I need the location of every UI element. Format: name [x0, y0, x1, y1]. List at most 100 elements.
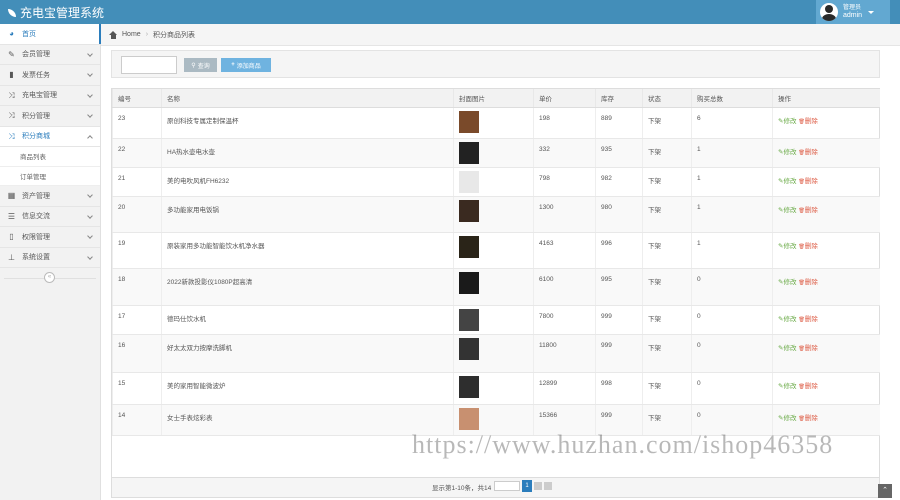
column-header[interactable]: 封面图片 [453, 89, 534, 108]
chevron-down-icon [87, 212, 93, 219]
calendar-icon: ▦ [7, 191, 16, 201]
column-header[interactable]: 名称 [161, 89, 454, 108]
product-thumbnail[interactable] [459, 337, 479, 360]
search-button[interactable]: ⚲ 查询 [184, 58, 217, 72]
edit-button[interactable]: ✎修改 [778, 415, 796, 422]
random-icon: ⤨ [8, 90, 15, 100]
cell-stock: 980 [595, 196, 643, 233]
product-thumbnail[interactable] [459, 407, 479, 430]
random-icon: ⤨ [8, 111, 15, 121]
cell-price: 7800 [533, 305, 596, 335]
delete-button[interactable]: 🗑删除 [798, 316, 817, 323]
delete-button[interactable]: 🗑删除 [798, 279, 817, 286]
search-input[interactable] [121, 56, 177, 74]
delete-button[interactable]: 🗑删除 [798, 178, 817, 185]
cell-sold: 6 [691, 107, 773, 139]
product-thumbnail[interactable] [459, 110, 479, 133]
sidebar-item-home[interactable]: ◕ 首页 [0, 24, 101, 45]
cell-actions: ✎修改 🗑删除 [772, 107, 880, 139]
scroll-to-top-button[interactable]: ⌃ [878, 484, 892, 498]
product-thumbnail[interactable] [459, 271, 479, 294]
cell-price: 11800 [533, 334, 596, 373]
column-header[interactable]: 库存 [595, 89, 643, 108]
breadcrumb-home[interactable]: Home [122, 31, 141, 38]
page-button-current[interactable]: 1 [522, 480, 532, 492]
cell-id: 19 [112, 232, 162, 269]
cell-price: 798 [533, 167, 596, 197]
last-page-button[interactable] [544, 482, 552, 490]
plus-icon: + [231, 62, 235, 68]
table-row: 21 美的电吹风机FH6232 798 982 下架 1 ✎修改 🗑删除 [112, 167, 880, 197]
edit-button[interactable]: ✎修改 [778, 207, 796, 214]
delete-button[interactable]: 🗑删除 [798, 207, 817, 214]
sidebar-item-powerbank[interactable]: ⤨ 充电宝管理 [0, 86, 100, 106]
delete-button[interactable]: 🗑删除 [798, 415, 817, 422]
sidebar-item-messages[interactable]: ☰ 信息交流 [0, 207, 100, 227]
column-header[interactable]: 单价 [533, 89, 596, 108]
cell-name: 美的家用智能微波炉 [161, 372, 454, 405]
sidebar-item-settings[interactable]: ⊥ 系统设置 [0, 248, 100, 268]
chevron-down-icon [87, 253, 93, 260]
cell-actions: ✎修改 🗑删除 [772, 268, 880, 306]
sidebar-subitem-products[interactable]: 商品列表 [0, 147, 100, 167]
delete-button[interactable]: 🗑删除 [798, 383, 817, 390]
delete-button[interactable]: 🗑删除 [798, 243, 817, 250]
edit-button[interactable]: ✎修改 [778, 243, 796, 250]
delete-button[interactable]: 🗑删除 [798, 118, 817, 125]
file-icon: ▯ [9, 232, 14, 242]
cell-image [453, 334, 534, 373]
sidebar-item-members[interactable]: ✎ 会员管理 [0, 45, 100, 65]
book-icon: ▮ [9, 70, 14, 80]
cell-stock: 889 [595, 107, 643, 139]
cell-image [453, 372, 534, 405]
product-thumbnail[interactable] [459, 141, 479, 164]
delete-button[interactable]: 🗑删除 [798, 345, 817, 352]
product-thumbnail[interactable] [459, 199, 479, 222]
search-icon: ⚲ [191, 62, 196, 69]
cell-sold: 0 [691, 334, 773, 373]
sidebar-item-assets[interactable]: ▦ 资产管理 [0, 186, 100, 207]
column-header[interactable]: 购买总数 [691, 89, 773, 108]
cell-id: 18 [112, 268, 162, 306]
sidebar-item-points[interactable]: ⤨ 积分管理 [0, 106, 100, 127]
chevron-down-icon [87, 233, 93, 239]
cell-status: 下架 [642, 268, 692, 306]
column-header[interactable]: 状态 [642, 89, 692, 108]
edit-button[interactable]: ✎修改 [778, 149, 796, 156]
sidebar-item-permissions[interactable]: ▯ 权限管理 [0, 227, 100, 248]
collapse-sidebar-button[interactable]: « [44, 272, 55, 283]
chevron-up-icon [87, 134, 93, 141]
cell-image [453, 138, 534, 168]
cell-actions: ✎修改 🗑删除 [772, 372, 880, 405]
product-thumbnail[interactable] [459, 375, 479, 398]
cell-status: 下架 [642, 107, 692, 139]
cell-actions: ✎修改 🗑删除 [772, 305, 880, 335]
sidebar-item-tasks[interactable]: ▮ 发票任务 [0, 65, 100, 86]
edit-button[interactable]: ✎修改 [778, 316, 796, 323]
cell-status: 下架 [642, 372, 692, 405]
cell-image [453, 167, 534, 197]
edit-button[interactable]: ✎修改 [778, 345, 796, 352]
edit-button[interactable]: ✎修改 [778, 279, 796, 286]
edit-button[interactable]: ✎修改 [778, 118, 796, 125]
page-size-select[interactable] [494, 481, 520, 491]
product-thumbnail[interactable] [459, 170, 479, 193]
cell-sold: 1 [691, 196, 773, 233]
column-header[interactable]: 编号 [112, 89, 162, 108]
delete-button[interactable]: 🗑删除 [798, 149, 817, 156]
cell-image [453, 268, 534, 306]
product-thumbnail[interactable] [459, 235, 479, 258]
cell-sold: 1 [691, 138, 773, 168]
user-menu[interactable]: 管理员 admin [816, 0, 890, 24]
product-thumbnail[interactable] [459, 308, 479, 331]
sidebar-subitem-orders[interactable]: 订单管理 [0, 166, 100, 186]
sidebar-item-points-mall[interactable]: ⤨ 积分商城 [0, 126, 100, 147]
cell-stock: 996 [595, 232, 643, 269]
breadcrumb: Home › 积分商品列表 [101, 24, 900, 46]
edit-button[interactable]: ✎修改 [778, 178, 796, 185]
next-page-button[interactable] [534, 482, 542, 490]
chevron-down-icon [87, 71, 93, 77]
add-product-button[interactable]: + 添加商品 [221, 58, 271, 72]
brand[interactable]: 充电宝管理系统 [8, 4, 104, 21]
edit-button[interactable]: ✎修改 [778, 383, 796, 390]
